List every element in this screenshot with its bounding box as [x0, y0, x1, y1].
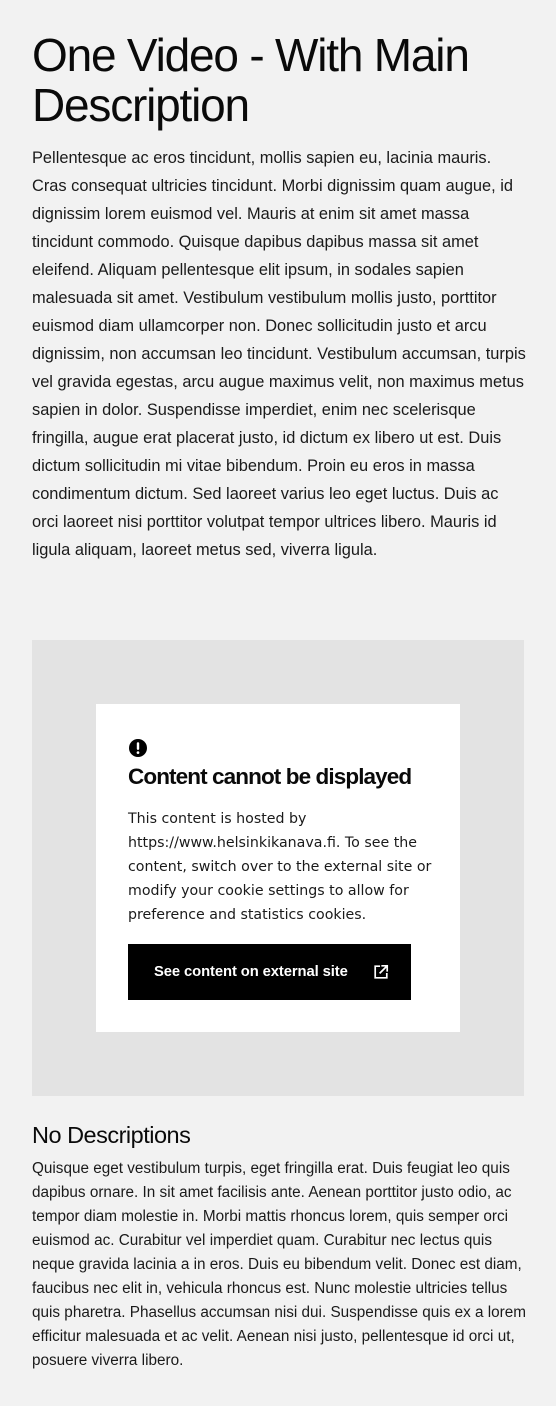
link-external-icon	[374, 964, 389, 979]
no-descriptions-title: No Descriptions	[32, 1122, 191, 1148]
main-description: Pellentesque ac eros tincidunt, mollis s…	[32, 149, 526, 559]
alert-circle-icon	[129, 739, 147, 757]
external-button-label: See content on external site	[154, 964, 348, 980]
page-title: One Video - With Main Description	[32, 29, 470, 131]
video-placeholder: Content cannot be displayed This content…	[32, 640, 524, 1096]
content-blocked-title: Content cannot be displayed	[128, 764, 412, 789]
content-blocked-message: This content is hosted by https://www.he…	[128, 811, 432, 923]
no-descriptions-text: Quisque eget vestibulum turpis, eget fri…	[32, 1160, 527, 1369]
see-content-external-button[interactable]: See content on external site	[128, 944, 411, 1000]
content-blocked-card: Content cannot be displayed This content…	[96, 704, 460, 1032]
